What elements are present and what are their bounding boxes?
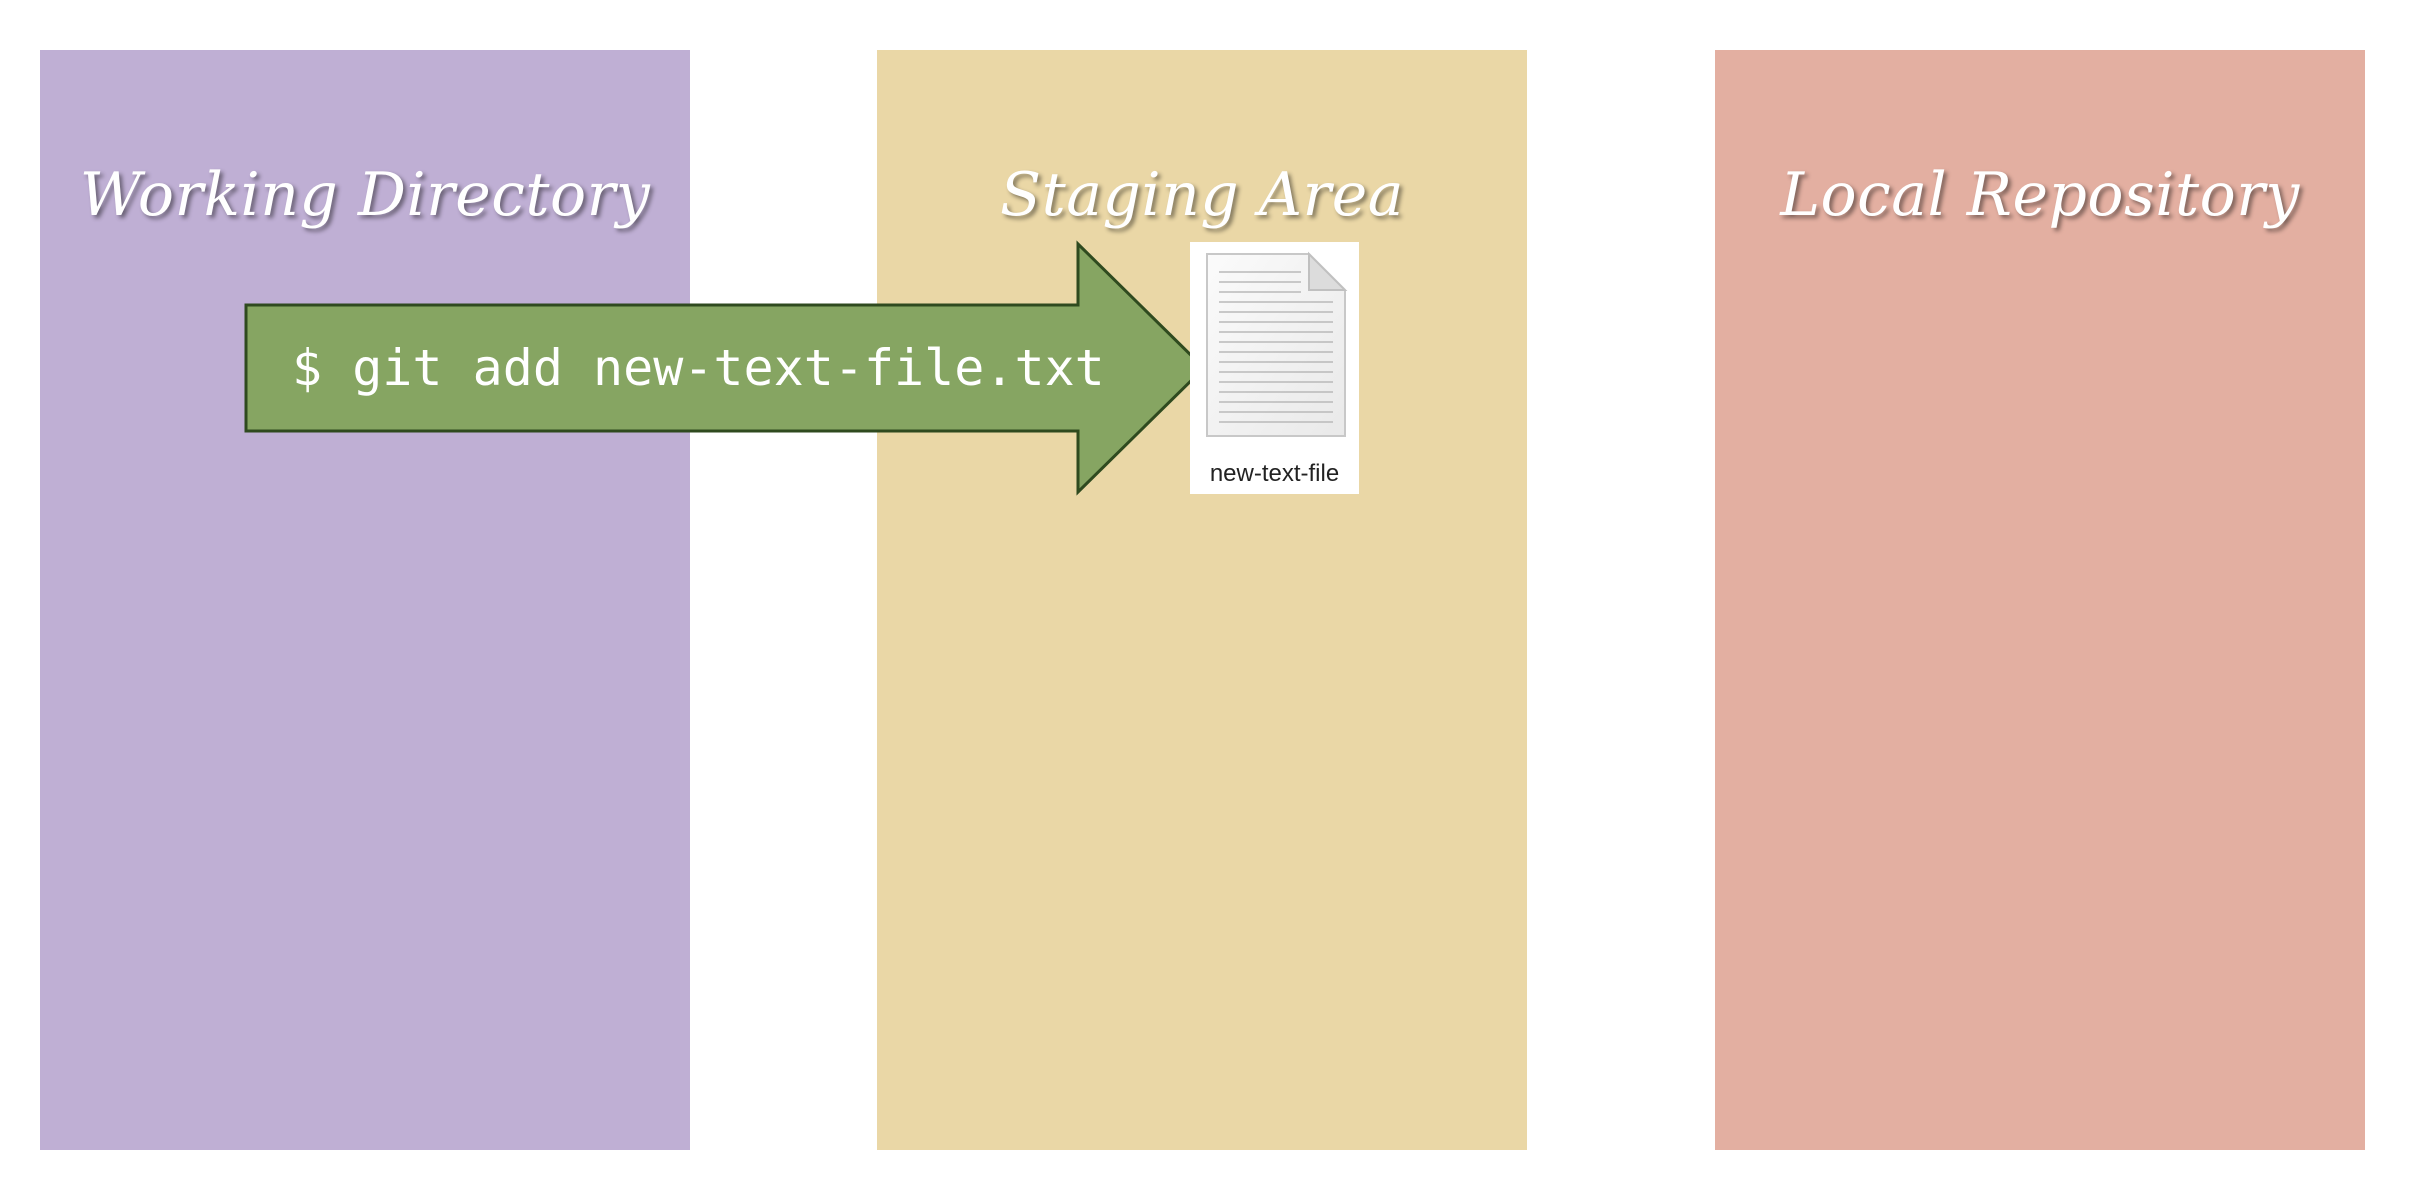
local-repository-title: Local Repository [1780,160,2300,230]
git-add-arrow: $ git add new-text-file.txt [244,240,1207,496]
file-name-label: new-text-file [1209,460,1340,487]
local-repository-panel: Local Repository [1715,50,2365,1150]
working-directory-panel: Working Directory [40,50,690,1150]
new-text-file-item[interactable]: new-text-file [1190,242,1359,494]
staging-area-panel: Staging Area [877,50,1527,1150]
working-directory-title: Working Directory [79,160,651,230]
staging-area-title: Staging Area [1000,160,1404,230]
git-add-command-label: $ git add new-text-file.txt [292,339,1105,397]
text-file-icon [1206,251,1348,437]
